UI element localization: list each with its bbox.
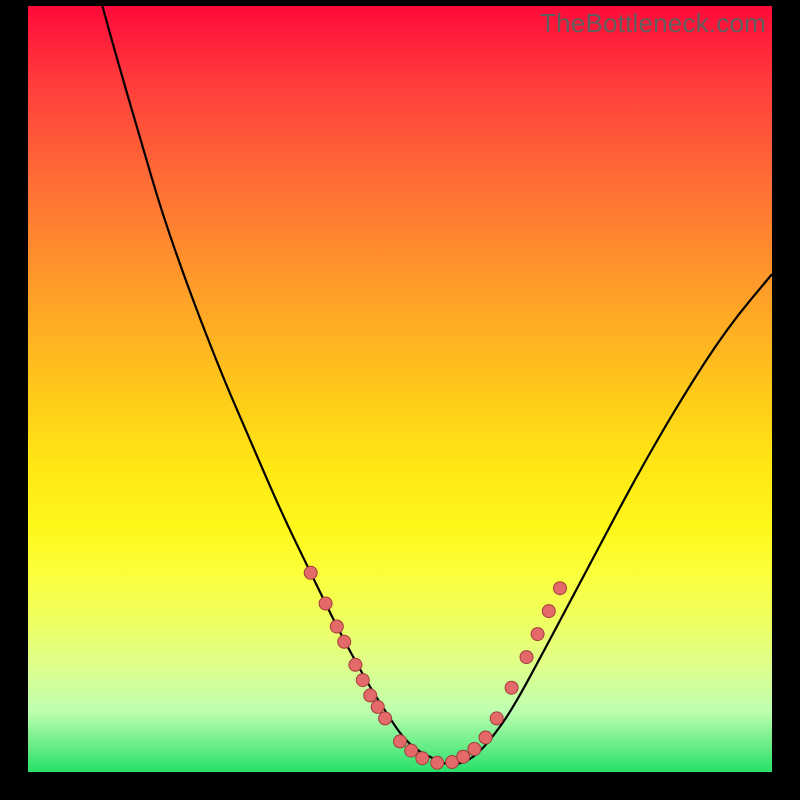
- data-marker: [520, 651, 533, 664]
- watermark-text: TheBottleneck.com: [540, 8, 766, 39]
- data-marker: [554, 582, 567, 595]
- data-marker: [349, 658, 362, 671]
- data-marker: [405, 744, 418, 757]
- data-marker: [542, 605, 555, 618]
- marker-group: [304, 566, 566, 769]
- data-marker: [490, 712, 503, 725]
- data-marker: [319, 597, 332, 610]
- data-marker: [338, 635, 351, 648]
- data-marker: [431, 756, 444, 769]
- data-marker: [356, 674, 369, 687]
- data-marker: [531, 628, 544, 641]
- bottleneck-curve-svg: [28, 6, 772, 772]
- bottleneck-curve: [102, 6, 772, 764]
- chart-frame: TheBottleneck.com: [0, 0, 800, 800]
- chart-plot-area: [28, 6, 772, 772]
- data-marker: [379, 712, 392, 725]
- data-marker: [468, 743, 481, 756]
- data-marker: [371, 700, 384, 713]
- data-marker: [304, 566, 317, 579]
- data-marker: [394, 735, 407, 748]
- data-marker: [479, 731, 492, 744]
- data-marker: [416, 752, 429, 765]
- data-marker: [505, 681, 518, 694]
- data-marker: [364, 689, 377, 702]
- data-marker: [330, 620, 343, 633]
- data-marker: [457, 750, 470, 763]
